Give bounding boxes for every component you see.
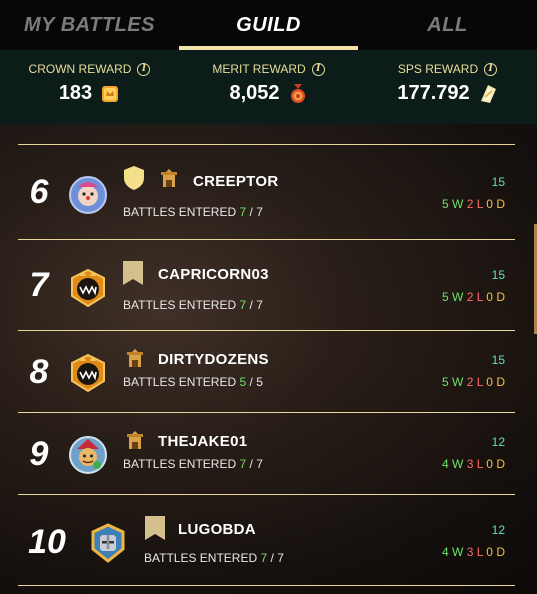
sps-token-icon [480,84,496,103]
rank-number: 6 [29,173,49,211]
merit-medal-icon [290,83,305,103]
score: 15 [491,175,505,189]
battles-total: 7 [256,205,263,219]
win-loss-record: 5 W 2 L 0 D [441,197,505,211]
guild-tower-icon [126,431,144,451]
player-name[interactable]: DIRTYDOZENS [158,351,269,368]
win-loss-record: 4 W 3 L 0 D [441,545,505,559]
player-name[interactable]: CREEPTOR [193,173,278,190]
leaderboard-row[interactable]: 8 DIRTYDOZENS BATTLES ENTERED 5 / 5 15 5… [18,330,515,412]
crown-reward-label: CROWN REWARD [28,62,132,76]
leaderboard-row[interactable]: 6 CREEPTOR BATTLES ENTERED 7 / 7 15 5 W … [18,144,515,239]
battles-entered-count: 7 [239,298,247,312]
tab-bar: MY BATTLES GUILD ALL [0,0,537,50]
merit-reward-label: MERIT REWARD [212,62,306,76]
merit-reward: MERIT REWARD i 8,052 [179,50,358,124]
battles-total: 7 [256,457,263,471]
score: 12 [491,523,505,537]
sps-reward: SPS REWARD i 177.792 [358,50,537,124]
battles-entered-count: 7 [239,205,247,219]
crown-reward-icon [102,85,119,102]
battles-entered-count: 5 [239,375,247,389]
sps-reward-value: 177.792 [397,82,470,104]
rank-number: 8 [29,353,49,391]
score: 12 [491,435,505,449]
guild-tower-icon [126,349,144,369]
crown-reward-value: 183 [58,82,93,104]
battles-entered: BATTLES ENTERED 7 / 7 [123,205,263,219]
monster-avatar [68,353,108,393]
battles-entered: BATTLES ENTERED 7 / 7 [123,298,263,312]
battles-total: 7 [277,551,284,565]
banner-icon [144,515,166,541]
rewards-bar: CROWN REWARD i 183 MERIT REWARD i 8,052 [0,50,537,124]
guild-leaderboard[interactable]: 6 CREEPTOR BATTLES ENTERED 7 / 7 15 5 W … [0,124,537,594]
guild-tower-icon [160,169,178,189]
win-loss-record: 4 W 3 L 0 D [441,457,505,471]
battles-entered: BATTLES ENTERED 5 / 5 [123,375,263,389]
merit-reward-value: 8,052 [229,82,280,104]
monster-avatar [68,268,108,308]
leaderboard-row[interactable]: 7 CAPRICORN03 BATTLES ENTERED 7 / 7 15 5… [18,239,515,330]
clown-avatar [68,175,108,215]
jester-avatar [68,435,108,475]
tab-my-battles[interactable]: MY BATTLES [0,0,179,50]
rank-number: 10 [28,523,66,561]
rank-number: 7 [29,266,49,304]
battles-entered-count: 7 [260,551,268,565]
leaderboard-row[interactable]: 9 THEJAKE01 BATTLES ENTERED 7 / 7 12 4 W… [18,412,515,494]
player-name[interactable]: LUGOBDA [178,521,256,538]
knight-avatar [88,523,128,563]
score: 15 [491,268,505,282]
rank-number: 9 [29,435,49,473]
battles-entered: BATTLES ENTERED 7 / 7 [144,551,284,565]
banner-icon [122,260,144,286]
win-loss-record: 5 W 2 L 0 D [441,375,505,389]
player-name[interactable]: THEJAKE01 [158,433,247,450]
tab-all[interactable]: ALL [358,0,537,50]
gold-shield-icon [122,165,146,191]
crown-reward: CROWN REWARD i 183 [0,50,179,124]
win-loss-record: 5 W 2 L 0 D [441,290,505,304]
leaderboard-row[interactable]: 10 LUGOBDA BATTLES ENTERED 7 / 7 12 4 W … [18,494,515,586]
tab-guild[interactable]: GUILD [179,0,358,50]
battles-total: 5 [256,375,263,389]
sps-reward-label: SPS REWARD [397,62,479,76]
battles-total: 7 [256,298,263,312]
info-icon[interactable]: i [311,62,325,76]
player-name[interactable]: CAPRICORN03 [158,266,269,283]
score: 15 [491,353,505,367]
info-icon[interactable]: i [484,62,498,76]
battles-entered: BATTLES ENTERED 7 / 7 [123,457,263,471]
info-icon[interactable]: i [137,62,151,76]
battles-entered-count: 7 [239,457,247,471]
